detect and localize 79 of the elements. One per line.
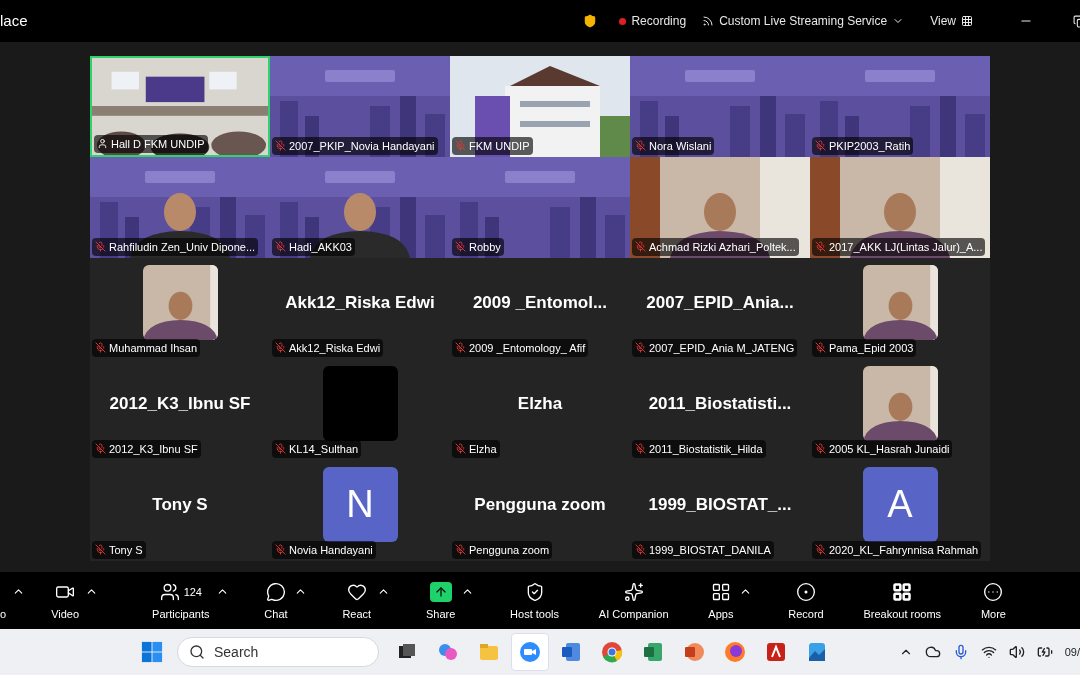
- participant-label: 2020_KL_Fahrynnisa Rahmah: [829, 542, 979, 558]
- browser-icon: [600, 640, 624, 664]
- toolbar-button[interactable]: AI Companion: [594, 582, 673, 623]
- pdf-icon: [764, 640, 788, 664]
- shield-icon: [583, 14, 598, 28]
- view-button[interactable]: View: [930, 12, 973, 30]
- sparkle-icon: [623, 582, 644, 603]
- volume-icon[interactable]: [1008, 644, 1025, 660]
- participant-label: Elzha: [469, 441, 497, 457]
- search-icon: [189, 644, 205, 660]
- participant-name: 2007_EPID_Ania...: [646, 291, 794, 314]
- participant-label: 2005 KL_Hasrah Junaidi: [829, 441, 950, 457]
- participant-name: Tony S: [152, 493, 208, 516]
- chat-icon: [265, 582, 286, 603]
- participant-name: 2012_K3_Ibnu SF: [109, 392, 251, 415]
- cloud-icon[interactable]: [924, 644, 941, 660]
- share-icon: [429, 582, 452, 603]
- participant-label: Hall D FKM UNDIP: [111, 136, 205, 152]
- battery-icon[interactable]: [1036, 644, 1053, 660]
- grid-icon: [892, 582, 913, 603]
- participant-label: Pama_Epid 2003: [829, 340, 914, 356]
- participant-name: Akk12_Riska Edwi: [285, 291, 435, 314]
- participant-name: Elzha: [517, 392, 563, 415]
- clock[interactable]: 09/: [1064, 643, 1080, 661]
- participant-label: Rahfiludin Zen_Univ Dipone...: [109, 239, 256, 255]
- participant-label: Robby: [469, 239, 501, 255]
- avatar: A: [862, 467, 938, 542]
- toolbar-button[interactable]: 124 Participants: [148, 582, 214, 623]
- toolbar-button[interactable]: Breakout rooms: [859, 582, 946, 623]
- participant-label: Achmad Rizki Azhari_Poltek...: [649, 239, 796, 255]
- toolbar-button[interactable]: React: [338, 582, 376, 623]
- broadcast-icon: [702, 15, 715, 27]
- participant-name: 1999_BIOSTAT_...: [648, 493, 792, 516]
- participant-label: 1999_BIOSTAT_DANILA: [649, 542, 771, 558]
- participant-label: Tony S: [109, 542, 143, 558]
- toolbar-button[interactable]: Apps: [704, 582, 738, 623]
- participant-name: 2009 _Entomol...: [472, 291, 608, 314]
- search-field[interactable]: Search: [177, 637, 379, 667]
- participant-label: 2012_K3_Ibnu SF: [109, 441, 198, 457]
- participant-count: 124: [183, 585, 202, 600]
- toolbar-button[interactable]: o: [0, 582, 11, 623]
- camera-app-icon: [518, 640, 542, 664]
- participant-label: Akk12_Riska Edwi: [289, 340, 381, 356]
- toolbar-button[interactable]: Host tools: [506, 582, 563, 623]
- participant-label: 2017_AKK LJ(Lintas Jalur)_A...: [829, 239, 983, 255]
- participant-label: 2007_PKIP_Novia Handayani: [289, 138, 435, 154]
- apps-icon: [710, 582, 731, 603]
- participant-label: KL14_Sulthan: [289, 441, 359, 457]
- toolbar-button[interactable]: Record: [784, 582, 828, 623]
- participant-label: Nora Wislani: [649, 138, 712, 154]
- toolbar-button[interactable]: Video: [47, 582, 84, 623]
- window-title: lace: [0, 10, 28, 31]
- participant-label: PKIP2003_Ratih: [829, 138, 911, 154]
- participant-name: 2011_Biostatisti...: [648, 392, 792, 415]
- participant-label: Pengguna zoom: [469, 542, 550, 558]
- toolbar-button[interactable]: More: [976, 582, 1010, 623]
- grid-icon: [961, 15, 973, 27]
- streaming-menu[interactable]: Custom Live Streaming Service: [702, 12, 905, 30]
- toolbar-button[interactable]: Share: [421, 582, 460, 623]
- recording-label: Recording: [631, 13, 687, 30]
- wifi-icon[interactable]: [980, 644, 997, 660]
- presentation-icon: [682, 640, 706, 664]
- participant-label: Hadi_AKK03: [289, 239, 352, 255]
- heart-icon: [346, 582, 367, 603]
- people-icon: [159, 582, 180, 603]
- participant-name: Pengguna zoom: [474, 493, 606, 516]
- spreadsheet-icon: [641, 640, 665, 664]
- more-icon: [983, 582, 1004, 603]
- document-app-icon: [559, 640, 583, 664]
- toolbar-button[interactable]: Chat: [260, 582, 292, 623]
- participant-label: 2009 _Entomology_ Afif: [469, 340, 586, 356]
- record-icon: [795, 582, 816, 603]
- participant-label: Muhammad Ihsan: [109, 340, 198, 356]
- participant-label: 2007_EPID_Ania M_JATENG: [649, 340, 795, 356]
- avatar: N: [322, 467, 398, 542]
- participant-label: FKM UNDIP: [469, 138, 530, 154]
- participant-label: 2011_Biostatistik_Hilda: [649, 441, 763, 457]
- participant-label: Novia Handayani: [289, 542, 373, 558]
- windows-logo-icon: [141, 641, 163, 663]
